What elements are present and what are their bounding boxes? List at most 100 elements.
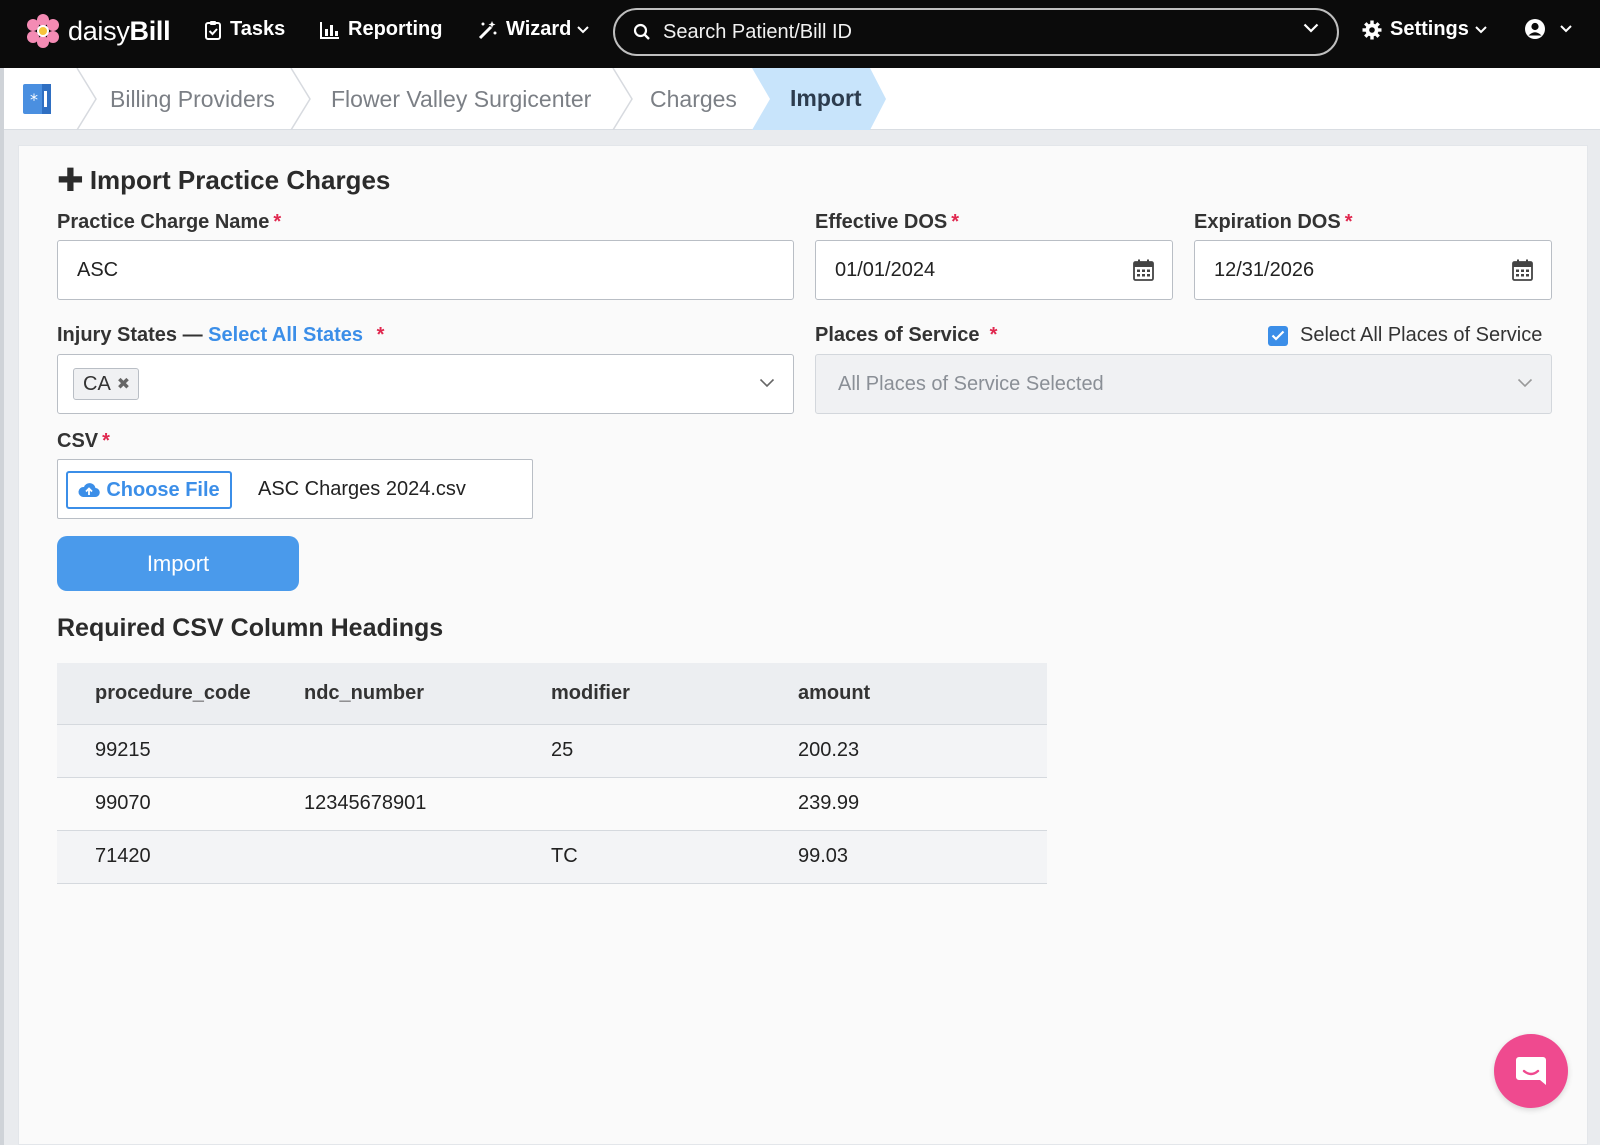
- column-header: modifier: [551, 663, 798, 725]
- top-navbar: daisyBill Tasks Reporting Wizard Search …: [0, 0, 1600, 68]
- breadcrumb-item[interactable]: Flower Valley Surgicenter: [331, 68, 591, 130]
- choose-file-button[interactable]: Choose File: [66, 471, 232, 509]
- page-title: ✚ Import Practice Charges: [57, 164, 390, 196]
- places-of-service-label-text: Places of Service: [815, 324, 980, 346]
- breadcrumb-separator: [290, 68, 311, 130]
- nav-wizard[interactable]: Wizard: [478, 18, 590, 41]
- search-icon: [633, 23, 650, 40]
- table-cell: [551, 777, 798, 831]
- practice-icon[interactable]: *: [22, 83, 52, 115]
- clipboard-icon: [205, 20, 221, 40]
- wand-icon: [478, 20, 497, 39]
- places-of-service-label: Places of Service *: [815, 324, 997, 347]
- chevron-down-icon: [1475, 25, 1487, 33]
- bar-chart-icon: [320, 21, 339, 39]
- user-menu[interactable]: [1524, 18, 1572, 40]
- expiration-dos-value: 12/31/2026: [1214, 258, 1315, 281]
- choose-file-label: Choose File: [106, 478, 220, 501]
- user-icon: [1525, 19, 1545, 39]
- selected-file-name: ASC Charges 2024.csv: [258, 478, 466, 500]
- nav-tasks-label: Tasks: [230, 18, 286, 40]
- select-all-pos-checkbox[interactable]: Select All Places of Service: [1268, 324, 1542, 347]
- table-cell: 99215: [57, 724, 304, 778]
- expiration-dos-input[interactable]: 12/31/2026: [1194, 240, 1552, 300]
- breadcrumb-active: Import: [752, 68, 888, 130]
- brand-logo[interactable]: daisyBill: [26, 14, 171, 48]
- search-input[interactable]: Search Patient/Bill ID: [663, 21, 852, 44]
- state-tag: CA ✖: [73, 368, 140, 400]
- csv-label-text: CSV: [57, 430, 99, 452]
- required-mark: *: [376, 324, 385, 346]
- charge-name-value: ASC: [77, 258, 119, 281]
- table-cell: TC: [551, 830, 798, 884]
- headings-table: procedure_code ndc_number modifier amoun…: [57, 663, 1047, 884]
- page-title-text: Import Practice Charges: [89, 164, 391, 195]
- nav-reporting[interactable]: Reporting: [320, 18, 442, 41]
- chevron-down-icon: [1560, 25, 1572, 33]
- table-row: 99070 12345678901 239.99: [57, 777, 1047, 831]
- breadcrumb-separator: [612, 68, 633, 130]
- import-card: ✚ Import Practice Charges Practice Charg…: [18, 145, 1588, 1145]
- chevron-down-icon[interactable]: [759, 378, 775, 388]
- chat-launcher-button[interactable]: [1494, 1034, 1568, 1108]
- chevron-down-icon: [577, 25, 590, 33]
- import-button[interactable]: Import: [57, 536, 299, 591]
- chat-icon: [1516, 1057, 1546, 1085]
- state-tag-label: CA: [83, 372, 111, 395]
- select-all-states-link[interactable]: Select All States: [208, 324, 363, 346]
- breadcrumb-item[interactable]: Charges: [650, 68, 737, 130]
- table-cell: 71420: [57, 830, 304, 884]
- column-header: procedure_code: [57, 663, 304, 725]
- table-header-row: procedure_code ndc_number modifier amoun…: [57, 663, 1047, 725]
- table-cell: 239.99: [798, 777, 1047, 831]
- table-cell: 12345678901: [304, 777, 551, 831]
- calendar-icon[interactable]: [1133, 259, 1154, 281]
- nav-settings[interactable]: Settings: [1362, 18, 1487, 41]
- effective-dos-label: Effective DOS *: [815, 211, 959, 234]
- window-edge: [0, 68, 4, 1145]
- injury-states-select[interactable]: CA ✖: [57, 354, 794, 414]
- search-bar[interactable]: Search Patient/Bill ID: [613, 8, 1339, 56]
- daisy-logo-icon: [27, 14, 59, 48]
- breadcrumb: * Billing Providers Flower Valley Surgic…: [4, 68, 1600, 130]
- effective-dos-value: 01/01/2024: [835, 258, 936, 281]
- nav-wizard-label: Wizard: [506, 18, 572, 40]
- chevron-down-icon: [1517, 378, 1533, 388]
- table-cell: [304, 830, 551, 884]
- places-of-service-value: All Places of Service Selected: [838, 372, 1104, 395]
- required-mark: *: [273, 211, 282, 233]
- injury-states-label-text: Injury States —: [57, 324, 203, 346]
- nav-reporting-label: Reporting: [348, 18, 443, 40]
- table-cell: 200.23: [798, 724, 1047, 778]
- chevron-down-icon[interactable]: [1303, 23, 1319, 33]
- cloud-upload-icon: [78, 483, 101, 498]
- required-headings-title: Required CSV Column Headings: [57, 614, 444, 642]
- column-header: ndc_number: [304, 663, 551, 725]
- injury-states-label: Injury States — Select All States *: [57, 324, 384, 347]
- remove-tag-icon[interactable]: ✖: [117, 374, 130, 394]
- checkbox-checked-icon[interactable]: [1268, 325, 1288, 346]
- effective-dos-input[interactable]: 01/01/2024: [815, 240, 1173, 300]
- table-row: 71420 TC 99.03: [57, 830, 1047, 884]
- table-cell: [304, 724, 551, 778]
- breadcrumb-active-label: Import: [790, 85, 862, 111]
- charge-name-input[interactable]: ASC: [57, 240, 794, 300]
- places-of-service-select: All Places of Service Selected: [815, 354, 1552, 414]
- brand-name-light: daisy: [68, 15, 130, 46]
- column-header: amount: [798, 663, 1047, 725]
- table-cell: 25: [551, 724, 798, 778]
- breadcrumb-separator: [76, 68, 97, 130]
- csv-file-input[interactable]: Choose File ASC Charges 2024.csv: [57, 459, 533, 519]
- effective-dos-label-text: Effective DOS: [815, 211, 948, 233]
- expiration-dos-label: Expiration DOS *: [1194, 211, 1353, 234]
- table-row: 99215 25 200.23: [57, 724, 1047, 778]
- required-mark: *: [989, 324, 998, 346]
- brand-name-bold: Bill: [129, 15, 171, 46]
- required-mark: *: [102, 430, 110, 452]
- calendar-icon[interactable]: [1512, 259, 1533, 281]
- expiration-dos-label-text: Expiration DOS: [1194, 211, 1341, 233]
- nav-tasks[interactable]: Tasks: [204, 18, 285, 41]
- plus-icon: ✚: [57, 162, 84, 198]
- breadcrumb-item[interactable]: Billing Providers: [110, 68, 275, 130]
- select-all-pos-label: Select All Places of Service: [1300, 324, 1543, 346]
